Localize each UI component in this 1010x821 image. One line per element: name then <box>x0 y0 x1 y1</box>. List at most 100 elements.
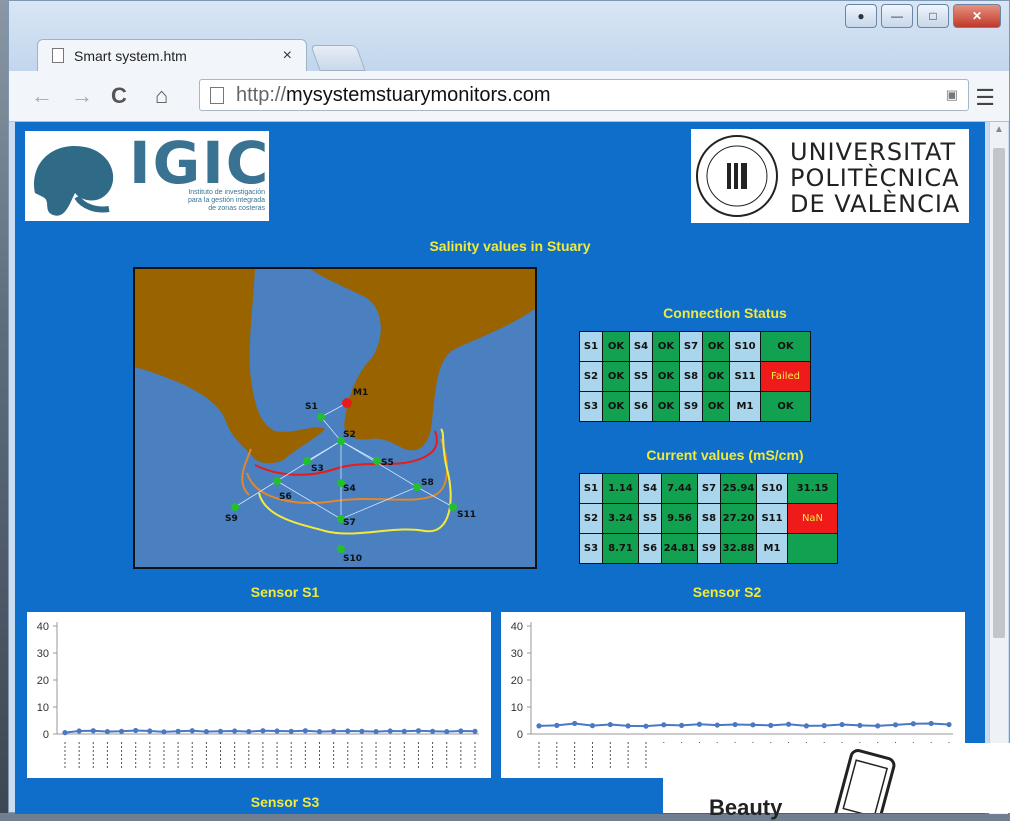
tab-close-button[interactable]: × <box>283 47 292 65</box>
address-bar[interactable]: http:// mysystemstuarymonitors.com ▣ <box>199 79 969 111</box>
data-point <box>589 723 596 729</box>
map-label: S11 <box>457 510 476 520</box>
y-tick-label: 10 <box>37 702 49 714</box>
sensor-label-cell: M1 <box>729 391 761 422</box>
sensor-s1-chart-svg: 0 10 20 30 40 <box>37 621 479 768</box>
data-point <box>246 728 252 735</box>
sensor-value-cell: NaN <box>787 503 838 534</box>
data-point <box>875 723 881 729</box>
y-tick-label: 0 <box>517 729 523 741</box>
browser-toolbar: ← → C ⌂ http:// mysystemstuarymonitors.c… <box>9 71 1009 122</box>
sensor-label-cell: S3 <box>579 533 603 564</box>
menu-icon[interactable]: ☰ <box>975 85 995 111</box>
sensor-label-cell: S4 <box>629 331 653 362</box>
data-point <box>387 728 393 734</box>
connection-status-table: S1 OK S4 OK S7 OK S10 OK S2 OK S5 OK S8 OK S11 Failed S3… <box>579 331 811 422</box>
sensor-label-cell: S4 <box>638 473 662 504</box>
back-icon[interactable]: ← <box>31 83 53 109</box>
data-point <box>785 721 792 727</box>
data-point <box>175 728 181 734</box>
upv-line: POLITÈCNICA <box>790 164 960 192</box>
data-point <box>892 722 899 728</box>
sensor-label-cell: S8 <box>697 503 721 534</box>
scroll-up-icon[interactable]: ▲ <box>994 124 1004 135</box>
igic-subtext-line: Instituto de investigación <box>188 189 265 196</box>
scrollbar-thumb[interactable] <box>993 148 1005 638</box>
sensor-label-cell: S1 <box>579 473 603 504</box>
close-window-button[interactable]: ✕ <box>953 4 1001 28</box>
igic-logo-text: IGIC <box>129 129 271 197</box>
sensor-label-cell: S11 <box>756 503 788 534</box>
status-cell: OK <box>702 391 730 422</box>
sensor-value-cell: 8.71 <box>602 533 639 564</box>
table-row: S1 1.14 S4 7.44 S7 25.94 S10 31.15 <box>579 473 838 504</box>
data-point <box>803 723 809 729</box>
status-cell: OK <box>702 331 730 362</box>
sensor-label-cell: S9 <box>679 391 703 422</box>
data-point <box>104 728 111 735</box>
user-icon[interactable]: ● <box>845 4 877 28</box>
upv-logo-text: UNIVERSITAT POLITÈCNICA DE VALÈNCIA <box>790 139 960 217</box>
status-cell: OK <box>652 361 680 392</box>
estuary-map: M1 S1 S2 S3 S4 S5 S6 S7 S8 S9 S10 S11 <box>133 267 537 569</box>
sensor-label-cell: S1 <box>579 331 603 362</box>
map-label: S5 <box>381 458 394 468</box>
vertical-scrollbar[interactable]: ▲ <box>989 122 1008 814</box>
map-label: S10 <box>343 554 362 564</box>
current-values-table: S1 1.14 S4 7.44 S7 25.94 S10 31.15 S2 3.24 S5 9.56 S… <box>579 473 838 564</box>
sensor-label-cell: S5 <box>629 361 653 392</box>
status-cell: OK <box>602 331 630 362</box>
data-point <box>679 722 685 728</box>
data-point <box>331 728 337 734</box>
status-cell: OK <box>652 331 680 362</box>
table-row: S1 OK S4 OK S7 OK S10 OK <box>579 331 811 362</box>
data-point <box>946 721 952 728</box>
browser-tab[interactable]: Smart system.htm × <box>37 39 307 71</box>
sensor-value-cell: 1.14 <box>602 473 639 504</box>
data-point <box>345 728 351 734</box>
url-prefix: http:// <box>236 83 287 106</box>
igic-logo-subtext: Instituto de investigación para la gesti… <box>141 189 265 213</box>
home-icon[interactable]: ⌂ <box>155 83 168 109</box>
maximize-button[interactable]: □ <box>917 4 949 28</box>
map-label: S2 <box>343 430 356 440</box>
table-row: S2 OK S5 OK S8 OK S11 Failed <box>579 361 811 392</box>
igic-logo: IGIC Instituto de investigación para la … <box>25 129 271 221</box>
data-point <box>161 729 167 735</box>
university-seal-icon <box>696 135 778 217</box>
data-point <box>62 730 68 736</box>
reload-icon[interactable]: C <box>111 83 127 109</box>
main-heading: Salinity values in Stuary <box>429 238 591 254</box>
translate-icon[interactable]: ▣ <box>946 87 958 103</box>
y-tick-label: 30 <box>511 648 523 660</box>
minimize-button[interactable]: — <box>881 4 913 28</box>
status-cell: Failed <box>760 361 811 392</box>
map-label: S6 <box>279 492 292 502</box>
map-label: S8 <box>421 478 434 488</box>
y-tick-label: 0 <box>43 729 49 741</box>
sensor-label-cell: S8 <box>679 361 703 392</box>
forward-icon[interactable]: → <box>71 83 93 109</box>
data-point <box>750 722 756 728</box>
sensor-s1-heading: Sensor S1 <box>250 584 320 600</box>
data-point <box>607 721 613 728</box>
y-tick-label: 40 <box>511 621 523 633</box>
sensor-label-cell: S7 <box>697 473 721 504</box>
connection-heading: Connection Status <box>663 305 787 321</box>
data-point <box>714 722 720 728</box>
new-tab-button[interactable] <box>310 45 366 71</box>
sensor-value-cell: 27.20 <box>720 503 757 534</box>
data-point <box>661 722 667 728</box>
data-point <box>90 728 96 734</box>
upv-logo: UNIVERSITAT POLITÈCNICA DE VALÈNCIA <box>691 129 969 223</box>
data-point <box>857 722 863 728</box>
data-point <box>133 727 139 734</box>
data-point <box>625 723 631 729</box>
map-label: S4 <box>343 484 356 494</box>
data-point <box>288 728 294 734</box>
sensor-label-cell: S7 <box>679 331 703 362</box>
phone-overlay-card: Beauty <box>663 743 1010 821</box>
url-domain: mysystemstuarymonitors.com <box>286 83 551 106</box>
sensor-label-cell: S10 <box>729 331 761 362</box>
sensor-label-cell: S11 <box>729 361 761 392</box>
